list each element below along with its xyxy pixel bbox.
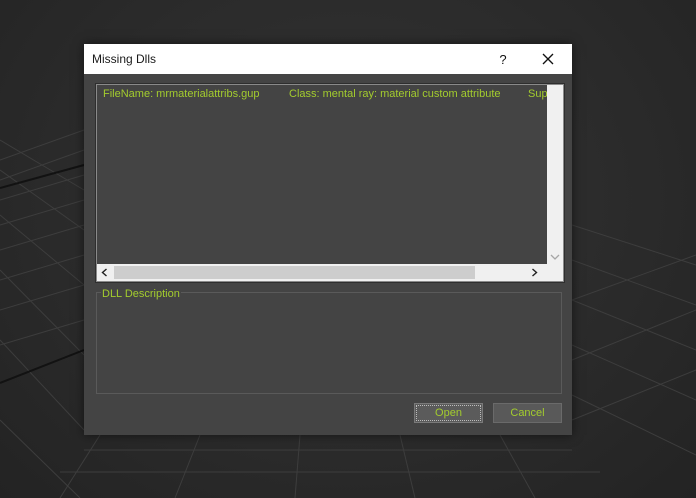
help-label: ? bbox=[499, 51, 507, 67]
open-button[interactable]: Open bbox=[414, 403, 483, 423]
vertical-scrollbar[interactable] bbox=[547, 85, 563, 264]
chevron-right-icon[interactable] bbox=[531, 268, 538, 277]
filename-cell: FileName: mrmaterialattribs.gup bbox=[103, 88, 260, 100]
close-icon bbox=[542, 53, 554, 65]
help-button[interactable]: ? bbox=[488, 44, 518, 74]
dll-description-group: DLL Description bbox=[96, 288, 562, 394]
dll-description-label: DLL Description bbox=[101, 288, 181, 300]
close-button[interactable] bbox=[530, 44, 566, 74]
dialog-titlebar[interactable]: Missing Dlls ? bbox=[84, 44, 572, 74]
cancel-button-label: Cancel bbox=[510, 407, 545, 419]
horizontal-scrollbar[interactable] bbox=[97, 264, 563, 281]
missing-dlls-dialog: Missing Dlls ? FileName: mrmaterialattri… bbox=[84, 44, 572, 435]
superclass-cell: Sup bbox=[528, 88, 548, 100]
open-button-label: Open bbox=[435, 407, 462, 419]
class-cell: Class: mental ray: material custom attri… bbox=[289, 88, 501, 100]
chevron-down-icon[interactable] bbox=[550, 254, 560, 261]
cancel-button[interactable]: Cancel bbox=[493, 403, 562, 423]
scrollbar-thumb[interactable] bbox=[114, 266, 475, 279]
chevron-left-icon[interactable] bbox=[101, 268, 108, 277]
scrollbar-corner bbox=[547, 264, 563, 281]
dialog-title: Missing Dlls bbox=[92, 52, 157, 66]
missing-dll-list[interactable]: FileName: mrmaterialattribs.gup Class: m… bbox=[95, 83, 565, 283]
